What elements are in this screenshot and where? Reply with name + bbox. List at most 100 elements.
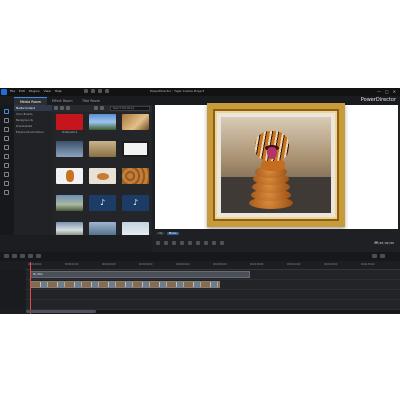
fix-enhance-icon[interactable]: [20, 254, 25, 258]
undo-icon[interactable]: [91, 89, 95, 93]
quick-toolbar: [84, 89, 109, 93]
frame-icon: [122, 141, 149, 157]
menu-edit[interactable]: Edit: [19, 89, 25, 93]
gold-frame: [207, 103, 345, 227]
tab-title-room[interactable]: Title Room: [76, 97, 106, 105]
ruler-tick: 00;00;20;00: [102, 263, 116, 266]
previous-frame-icon[interactable]: [172, 241, 176, 245]
movie-mode-button[interactable]: Movie: [166, 232, 179, 235]
ruler-tick: 00;00;30;00: [139, 263, 153, 266]
particle-icon[interactable]: [4, 136, 9, 141]
project-title: PowerDirector - Tiger Cookie Project: [150, 89, 205, 93]
maximize-button[interactable]: □: [385, 89, 389, 94]
video-clip[interactable]: [30, 281, 220, 288]
stop-icon[interactable]: [164, 241, 168, 245]
ruler-tick: 00;00;40;00: [176, 263, 190, 266]
preview-mode-switch: Clip Movie: [156, 232, 179, 235]
preview-canvas[interactable]: [155, 103, 398, 229]
landscape-icon: [56, 195, 83, 211]
audio-mix-icon[interactable]: [4, 163, 9, 168]
zoom-out-icon[interactable]: [372, 254, 377, 258]
tools-icon[interactable]: [36, 254, 41, 258]
timeline-toolbar: [0, 252, 400, 261]
edit-icon[interactable]: [12, 254, 17, 258]
plugins-icon[interactable]: [60, 106, 64, 110]
menu-help[interactable]: Help: [55, 89, 62, 93]
audio-track[interactable]: [26, 290, 400, 300]
track-header-empty: [0, 300, 26, 309]
timeline-scrollbar[interactable]: [26, 310, 400, 313]
minimize-button[interactable]: —: [377, 89, 381, 94]
pip-icon[interactable]: [4, 127, 9, 132]
title-clip[interactable]: My title: [30, 271, 250, 278]
library-item[interactable]: [54, 195, 85, 220]
3d-icon[interactable]: [212, 241, 216, 245]
tree-item-explore-directorzone[interactable]: Explore DirectorZone: [14, 129, 52, 135]
library-item[interactable]: [87, 141, 118, 166]
library-item[interactable]: [54, 141, 85, 166]
library-item[interactable]: ♪: [120, 195, 151, 220]
clip-mode-button[interactable]: Clip: [156, 232, 165, 235]
powerdirector-window: File Edit Plugins View Help PowerDirecto…: [0, 88, 400, 314]
redo-icon[interactable]: [98, 89, 102, 93]
landscape-icon: [89, 114, 116, 130]
track-header-title: [0, 270, 26, 285]
library-item[interactable]: [120, 222, 151, 235]
play-icon[interactable]: [156, 241, 160, 245]
library-search-input[interactable]: Search the library: [110, 106, 150, 111]
library-item-caption: Shutterstock: [61, 131, 78, 134]
snapshot-icon[interactable]: [196, 241, 200, 245]
view-grid-icon[interactable]: [94, 106, 98, 110]
media-room-icon[interactable]: [4, 109, 9, 114]
empty-track[interactable]: [26, 300, 400, 310]
preview-controls: Clip Movie Fit 00;00;00;00: [152, 229, 400, 252]
zoom-in-icon[interactable]: [380, 254, 385, 258]
keyframe-icon[interactable]: [28, 254, 33, 258]
settings-icon[interactable]: [105, 89, 109, 93]
ruler-tick: 00;00;10;00: [65, 263, 79, 266]
import-icon[interactable]: [54, 106, 58, 110]
library-item[interactable]: [87, 114, 118, 139]
timeline-ruler[interactable]: 00;00;00;00 00;00;10;00 00;00;20;00 00;0…: [26, 262, 400, 270]
library-item[interactable]: Shutterstock: [54, 114, 85, 139]
ruler-tick: 00;01;10;00: [287, 263, 301, 266]
subtitle-icon[interactable]: [4, 190, 9, 195]
menu-file[interactable]: File: [10, 89, 15, 93]
library-item[interactable]: [54, 222, 85, 235]
library-item[interactable]: [120, 141, 151, 166]
video-track[interactable]: [26, 280, 400, 290]
tiger-tongue: [267, 147, 277, 159]
voice-over-icon[interactable]: [4, 172, 9, 177]
close-button[interactable]: ✕: [393, 89, 396, 94]
save-icon[interactable]: [84, 89, 88, 93]
title-track[interactable]: My title: [26, 270, 400, 280]
library-toolbar: Search the library: [52, 105, 152, 112]
filter-icon[interactable]: [66, 106, 70, 110]
effect-room-icon[interactable]: [4, 118, 9, 123]
library-item[interactable]: [120, 114, 151, 139]
fast-forward-icon[interactable]: [188, 241, 192, 245]
next-frame-icon[interactable]: [180, 241, 184, 245]
volume-icon[interactable]: [204, 241, 208, 245]
menu-view[interactable]: View: [44, 89, 51, 93]
timeline-scroll-thumb[interactable]: [26, 310, 96, 313]
library-item[interactable]: ♪: [87, 195, 118, 220]
room-sidebar: [0, 105, 14, 235]
chapter-icon[interactable]: [4, 181, 9, 186]
library-item[interactable]: [120, 168, 151, 193]
ruler-tick: 00;01;00;00: [250, 263, 264, 266]
sort-icon[interactable]: [100, 106, 104, 110]
playhead[interactable]: [30, 262, 31, 314]
menu-plugins[interactable]: Plugins: [29, 89, 40, 93]
track-manager-icon[interactable]: [4, 254, 9, 258]
cookies-icon: [122, 168, 149, 184]
tab-effect-room[interactable]: Effect Room: [46, 97, 79, 105]
title-icon[interactable]: [4, 145, 9, 150]
transition-icon[interactable]: [4, 154, 9, 159]
fullscreen-icon[interactable]: [220, 241, 224, 245]
city-icon: [56, 141, 83, 157]
library-item[interactable]: [87, 222, 118, 235]
library-item[interactable]: [54, 168, 85, 193]
library-item[interactable]: [87, 168, 118, 193]
track-header-audio: [0, 290, 26, 305]
